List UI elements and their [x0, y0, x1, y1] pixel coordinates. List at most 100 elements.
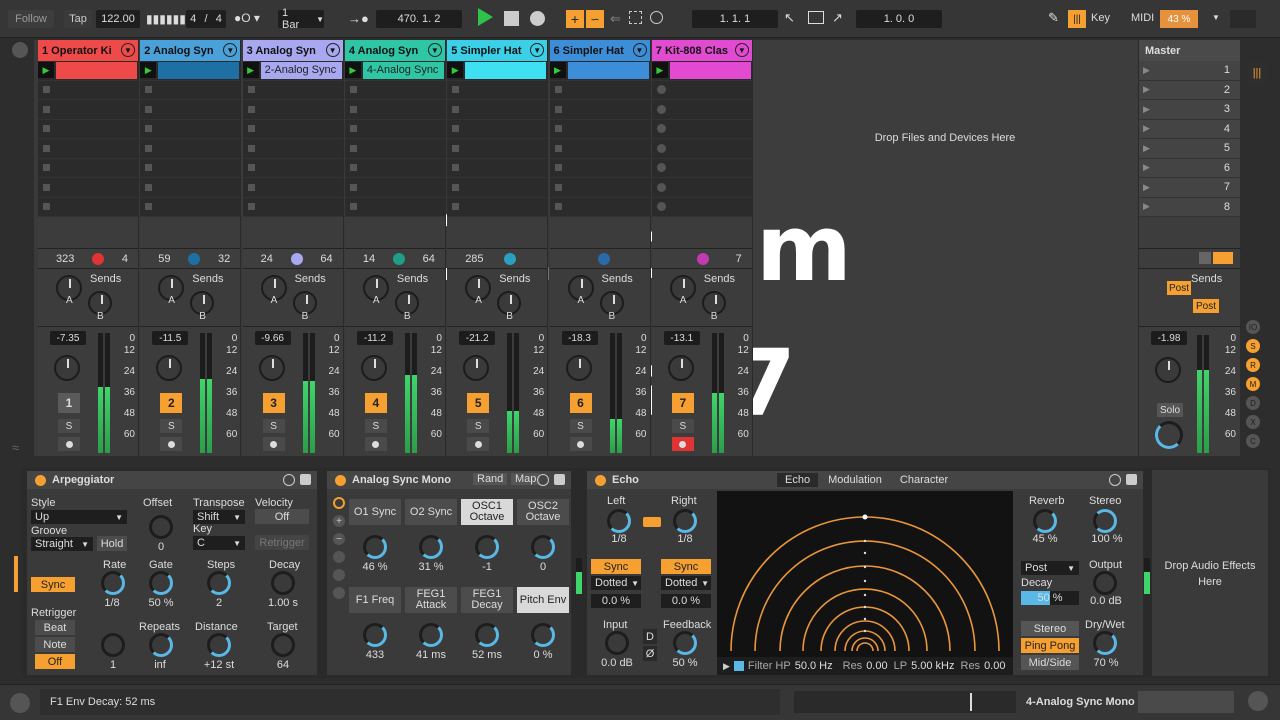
randomize-icon[interactable]	[333, 551, 345, 563]
clip-slot[interactable]	[38, 197, 138, 217]
monitor-dial-icon[interactable]	[696, 252, 709, 265]
hold-button[interactable]: Hold	[97, 536, 127, 551]
clip-dry-button[interactable]: D	[643, 629, 657, 644]
loop-switch-icon[interactable]	[808, 11, 824, 24]
pan-knob[interactable]	[565, 355, 592, 381]
clip-slot[interactable]	[38, 158, 138, 178]
clip-slot[interactable]: ▶ 4-Analog Sync	[344, 61, 445, 81]
macro-knob[interactable]	[531, 535, 555, 559]
clip-slot[interactable]: ▶	[447, 61, 548, 81]
remove-macro-icon[interactable]: −	[333, 533, 345, 545]
echo-handle[interactable]	[862, 514, 868, 520]
clip-slot[interactable]: ▶ 2-Analog Sync	[242, 61, 343, 81]
volume-field[interactable]: -7.35	[50, 331, 86, 345]
left-sync-mode[interactable]: Dotted ▼	[591, 576, 641, 590]
rate-knob[interactable]	[101, 571, 125, 595]
detail-view-toggle-icon[interactable]	[1248, 691, 1268, 711]
clip-slot[interactable]	[447, 178, 548, 198]
track-fold-icon[interactable]: ▼	[530, 43, 545, 57]
right-offset-field[interactable]: 0.0 %	[661, 594, 711, 608]
clip-slot[interactable]	[549, 119, 650, 139]
tempo-field[interactable]: 122.00	[96, 10, 140, 28]
sync-button[interactable]: Sync	[31, 577, 75, 592]
stereo-knob[interactable]	[1093, 509, 1117, 533]
clip-slot[interactable]	[651, 119, 752, 139]
browser-toggle-icon[interactable]	[12, 42, 28, 58]
tab-modulation[interactable]: Modulation	[820, 473, 890, 487]
clip-slot[interactable]	[38, 80, 138, 100]
macro-knob[interactable]	[475, 535, 499, 559]
pan-knob[interactable]	[360, 355, 387, 381]
scene-row[interactable]: ▶ 1	[1139, 61, 1240, 81]
macro-view-icon[interactable]	[333, 497, 345, 509]
volume-field[interactable]: -11.5	[152, 331, 189, 345]
track-title-bar[interactable]: 7 Kit-808 Clas ▼	[651, 40, 752, 61]
drop-audio-effects-zone[interactable]: Drop Audio Effects Here	[1152, 470, 1268, 676]
clip-launch-icon[interactable]: ▶	[651, 62, 668, 79]
left-sync-button[interactable]: Sync	[591, 559, 641, 574]
clip[interactable]	[465, 61, 547, 79]
clip-slot[interactable]	[140, 119, 241, 139]
clip-slot[interactable]	[38, 100, 138, 120]
lp-freq-value[interactable]: 5.00 kHz	[911, 660, 954, 672]
metronome-icon[interactable]: ●O ▾	[234, 11, 260, 25]
track-fold-icon[interactable]: ▼	[223, 43, 238, 57]
clip[interactable]: 2-Analog Sync	[260, 61, 342, 79]
chevron-down-icon[interactable]: ▼	[1212, 13, 1220, 22]
tap-tempo-button[interactable]: Tap	[64, 10, 92, 28]
clip-slot[interactable]: ▶	[651, 61, 752, 81]
monitor-dial-icon[interactable]	[504, 252, 517, 265]
time-signature[interactable]: 4 / 4	[186, 10, 226, 28]
clip-slot[interactable]	[549, 178, 650, 198]
clip-slot[interactable]	[344, 178, 445, 198]
save-preset-icon[interactable]	[1126, 474, 1137, 485]
arm-button[interactable]	[160, 437, 183, 451]
map-button[interactable]: Map	[511, 473, 541, 485]
io-output-value[interactable]: 7	[736, 253, 742, 265]
macro-label[interactable]: Pitch Env	[517, 587, 569, 613]
macro-knob[interactable]	[363, 535, 387, 559]
reverb-position-dropdown[interactable]: Post ▼	[1021, 561, 1079, 575]
reverb-decay-slider[interactable]: 50 %	[1021, 591, 1079, 605]
track-activator-button[interactable]: 2	[160, 393, 183, 413]
pan-knob[interactable]	[667, 355, 694, 381]
track-activator-button[interactable]: 5	[467, 393, 490, 413]
clip-slot[interactable]	[140, 139, 241, 159]
macro-label[interactable]: F1 Freq	[349, 587, 401, 613]
device-list-icon[interactable]	[333, 587, 345, 599]
chain-list-icon[interactable]	[333, 569, 345, 581]
clip-slot[interactable]	[651, 158, 752, 178]
computer-keyboard-icon[interactable]: |||	[1068, 10, 1086, 28]
overview-strip[interactable]	[794, 691, 1016, 713]
solo-button[interactable]: S	[262, 419, 285, 433]
pan-knob[interactable]	[463, 355, 490, 381]
clip-slot[interactable]	[651, 139, 752, 159]
clip-slot[interactable]	[140, 197, 241, 217]
monitor-dial-icon[interactable]	[188, 252, 201, 265]
track-title-bar[interactable]: 4 Analog Syn ▼	[344, 40, 445, 61]
clip-slot[interactable]	[447, 80, 548, 100]
key-dropdown[interactable]: C ▼	[193, 536, 245, 550]
follow-button[interactable]: Follow	[8, 10, 54, 28]
clip[interactable]	[567, 61, 649, 79]
velocity-toggle[interactable]: Off	[255, 509, 309, 524]
clip-slot[interactable]	[447, 139, 548, 159]
io-input-value[interactable]: 59	[158, 253, 170, 265]
session-record-icon[interactable]	[650, 11, 663, 24]
decay-knob[interactable]	[271, 571, 295, 595]
scene-row[interactable]: ▶ 6	[1139, 158, 1240, 178]
offset-knob[interactable]	[149, 515, 173, 539]
track-title-bar[interactable]: 5 Simpler Hat ▼	[447, 40, 548, 61]
master-track-title[interactable]: Master	[1139, 40, 1240, 61]
macro-knob[interactable]	[531, 623, 555, 647]
clip-slot[interactable]	[242, 158, 343, 178]
automation-arm-icon[interactable]: ∽	[586, 10, 604, 28]
track-fold-icon[interactable]: ▼	[734, 43, 749, 57]
hot-swap-icon[interactable]	[283, 474, 295, 486]
distance-knob[interactable]	[207, 633, 231, 657]
mixer-toggle-icon[interactable]: |||	[1248, 62, 1266, 84]
loop-length-field[interactable]: 1. 0. 0	[856, 10, 942, 28]
reverb-knob[interactable]	[1033, 509, 1057, 533]
solo-button[interactable]: S	[467, 419, 490, 433]
io-output-value[interactable]: 4	[122, 253, 128, 265]
